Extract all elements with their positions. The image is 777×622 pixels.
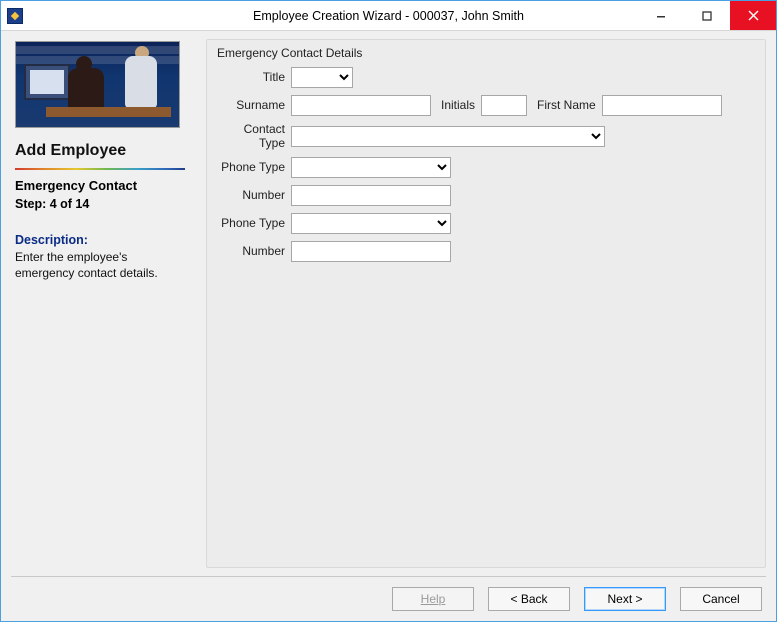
wizard-window: Employee Creation Wizard - 000037, John …: [0, 0, 777, 622]
title-select[interactable]: [291, 67, 353, 88]
window-controls: [638, 1, 776, 30]
label-phone-type-1: Phone Type: [217, 160, 291, 174]
maximize-button[interactable]: [684, 1, 730, 30]
titlebar: Employee Creation Wizard - 000037, John …: [1, 1, 776, 31]
next-button[interactable]: Next >: [584, 587, 666, 611]
wizard-heading: Add Employee: [15, 142, 192, 160]
help-button[interactable]: Help: [392, 587, 474, 611]
form-panel: Emergency Contact Details Title Surname …: [206, 39, 766, 568]
row-name: Surname Initials First Name: [217, 94, 755, 116]
app-icon: [7, 8, 23, 24]
close-icon: [748, 10, 759, 21]
initials-input[interactable]: [481, 95, 527, 116]
upper-area: Add Employee Emergency Contact Step: 4 o…: [11, 39, 766, 568]
row-phone-type-1: Phone Type: [217, 156, 755, 178]
minimize-button[interactable]: [638, 1, 684, 30]
maximize-icon: [702, 11, 712, 21]
label-contact-type: Contact Type: [217, 122, 291, 150]
close-button[interactable]: [730, 1, 776, 30]
label-initials: Initials: [431, 98, 481, 112]
phone-type-2-select[interactable]: [291, 213, 451, 234]
label-number-1: Number: [217, 188, 291, 202]
cancel-button[interactable]: Cancel: [680, 587, 762, 611]
label-title: Title: [217, 70, 291, 84]
phone-type-1-select[interactable]: [291, 157, 451, 178]
wizard-footer: Help < Back Next > Cancel: [11, 587, 766, 611]
step-name: Emergency Contact: [15, 178, 192, 193]
contact-type-select[interactable]: [291, 126, 605, 147]
label-surname: Surname: [217, 98, 291, 112]
group-title: Emergency Contact Details: [217, 46, 755, 60]
wizard-image: [15, 41, 180, 128]
wizard-sidebar: Add Employee Emergency Contact Step: 4 o…: [11, 39, 196, 568]
number-2-input[interactable]: [291, 241, 451, 262]
back-button[interactable]: < Back: [488, 587, 570, 611]
number-1-input[interactable]: [291, 185, 451, 206]
footer-divider: [11, 576, 766, 577]
row-number-1: Number: [217, 184, 755, 206]
row-number-2: Number: [217, 240, 755, 262]
surname-input[interactable]: [291, 95, 431, 116]
description-text: Enter the employee's emergency contact d…: [15, 249, 185, 281]
label-phone-type-2: Phone Type: [217, 216, 291, 230]
heading-divider: [15, 168, 185, 170]
row-title: Title: [217, 66, 755, 88]
row-phone-type-2: Phone Type: [217, 212, 755, 234]
label-first-name: First Name: [527, 98, 602, 112]
minimize-icon: [656, 11, 666, 21]
step-count: Step: 4 of 14: [15, 197, 192, 211]
client-area: Add Employee Emergency Contact Step: 4 o…: [1, 31, 776, 621]
row-contact-type: Contact Type: [217, 122, 755, 150]
description-label: Description:: [15, 233, 192, 247]
first-name-input[interactable]: [602, 95, 722, 116]
label-number-2: Number: [217, 244, 291, 258]
